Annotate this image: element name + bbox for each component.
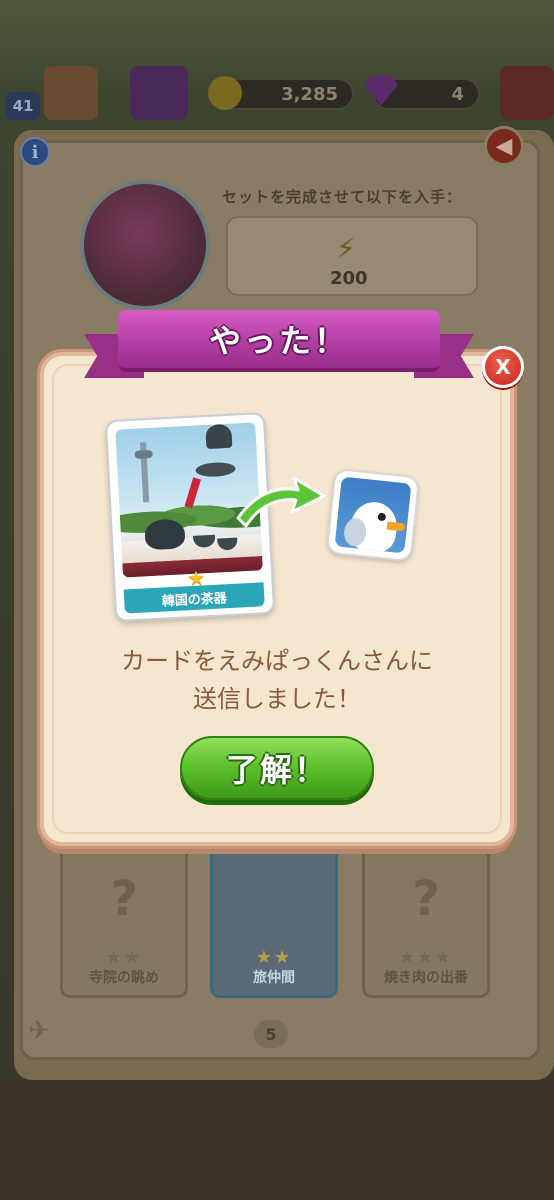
dialog-title-ribbon: やった！ — [84, 306, 474, 396]
fish-chime-shape — [195, 461, 236, 478]
reward-value: 200 — [330, 268, 368, 289]
wind-bell-shape — [205, 423, 233, 450]
gem-value: 4 — [451, 83, 464, 105]
close-icon: X — [495, 355, 511, 379]
close-button[interactable]: X — [482, 346, 524, 388]
seagull-avatar-image — [334, 476, 412, 554]
level-badge: 41 — [6, 92, 40, 120]
card-stars: ★★ — [105, 947, 143, 968]
card-name: 焼き肉の出番 — [384, 970, 468, 986]
set-reward-header: セットを完成させて以下を入手： — [222, 188, 463, 206]
recipient-avatar — [325, 467, 421, 563]
card-stars: ★★ — [255, 947, 293, 968]
shop-star-icon[interactable] — [130, 66, 188, 120]
coin-icon — [208, 76, 242, 110]
back-arrow-icon[interactable]: ◀ — [484, 126, 524, 166]
coin-value: 3,285 — [281, 83, 338, 105]
info-icon[interactable]: i — [20, 137, 50, 167]
card-name: 旅仲間 — [253, 970, 295, 986]
plane-icon: ✈ — [28, 1016, 50, 1046]
page-number: 5 — [254, 1020, 288, 1048]
set-pouch-image — [80, 180, 210, 310]
dialog-message: カードをえみぱっくんさんに 送信しました！ — [40, 642, 514, 718]
top-hud: 3,285 4 — [0, 60, 554, 120]
card-star-icon: ★ — [186, 565, 206, 591]
tower-top-shape — [134, 449, 153, 459]
seagull-beak — [386, 521, 406, 532]
album-card-3[interactable]: ? ★★★ 焼き肉の出番 — [362, 840, 490, 998]
send-arrow-icon — [236, 476, 326, 528]
card-stars: ★★★ — [398, 947, 454, 968]
album-card-2[interactable]: ★★ 旅仲間 — [210, 840, 338, 998]
lightning-icon: ⚡ — [336, 232, 356, 265]
album-card-1[interactable]: ? ★★ 寺院の眺め — [60, 840, 188, 998]
mail-icon[interactable] — [44, 66, 98, 120]
teapot-shape — [144, 518, 186, 551]
dialog-title: やった！ — [208, 322, 349, 360]
message-line-2: 送信しました！ — [193, 685, 361, 713]
store-icon[interactable] — [500, 66, 554, 120]
card-name: 寺院の眺め — [89, 970, 159, 986]
message-line-1: カードをえみぱっくんさんに — [121, 647, 433, 675]
bottom-bar — [0, 1080, 554, 1200]
ribbon-banner: やった！ — [118, 310, 440, 372]
ok-button[interactable]: 了解！ — [180, 736, 374, 800]
ok-button-label: 了解！ — [225, 751, 328, 789]
